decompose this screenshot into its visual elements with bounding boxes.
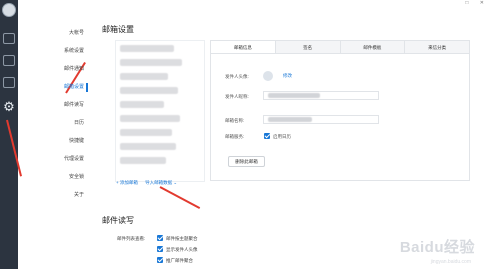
group-by-subject-checkbox[interactable] (157, 235, 163, 241)
watermark: Baidu经验 (399, 239, 475, 256)
list-item[interactable] (120, 129, 172, 136)
mailbox-detail-panel: 邮箱信息 签名 邮件模板 来信分类 发件人头像: 修改 发件人昵称: 邮箱名称:… (210, 40, 470, 181)
avatar-icon[interactable] (2, 3, 16, 17)
mailbox-name-label: 邮箱名称: (225, 118, 245, 123)
show-avatar-checkbox[interactable] (157, 246, 163, 252)
delete-mailbox-button[interactable]: 删除此邮箱 (228, 156, 265, 167)
sender-nickname-label: 发件人昵称: (225, 94, 249, 99)
mailbox-list-footer: + 添加邮箱 导入邮箱数据 ⌄ (116, 180, 183, 186)
show-avatar-label: 显示发件人头像 (166, 247, 198, 252)
import-data-link[interactable]: 导入邮箱数据 ⌄ (145, 180, 177, 185)
nav-item-security[interactable]: 安全锁 (42, 168, 84, 186)
read-write-title: 邮件读写 (102, 216, 134, 225)
contacts-icon[interactable] (3, 55, 15, 66)
list-item[interactable] (120, 87, 178, 94)
nav-item-shortcuts[interactable]: 快捷键 (42, 132, 84, 150)
promo-group-checkbox[interactable] (157, 257, 163, 263)
mailbox-settings-title: 邮箱设置 (102, 25, 134, 34)
nav-item-about[interactable]: 关于 (42, 186, 84, 204)
nav-item-proxy[interactable]: 代理设置 (42, 150, 84, 168)
promo-group-label: 推广邮件聚合 (166, 258, 193, 263)
mailbox-list (115, 40, 205, 182)
mailbox-service-label: 邮箱服务: (225, 134, 245, 139)
nav-item-notify[interactable]: 邮件通知 (42, 60, 84, 78)
gear-icon[interactable]: ⚙ (2, 100, 16, 114)
calendar-icon[interactable] (3, 77, 15, 88)
list-item[interactable] (120, 73, 168, 80)
avatar (263, 71, 273, 81)
list-item[interactable] (120, 59, 182, 66)
enable-calendar-label: 启用日历 (273, 134, 291, 139)
mailbox-name-field[interactable] (263, 115, 379, 124)
window-controls[interactable]: □ ✕ (465, 0, 489, 6)
nav-item-calendar[interactable]: 日历 (42, 114, 84, 132)
watermark-url: jingyan.baidu.com (430, 259, 471, 265)
nav-item-read-write[interactable]: 邮件读写 (42, 96, 84, 114)
mail-icon[interactable] (3, 33, 15, 44)
edit-avatar-link[interactable]: 修改 (283, 73, 292, 79)
tab-categories[interactable]: 来信分类 (405, 41, 469, 53)
mailbox-tabs: 邮箱信息 签名 邮件模板 来信分类 (211, 41, 469, 54)
list-item[interactable] (120, 115, 180, 122)
nav-item-system[interactable]: 系统设置 (42, 42, 84, 60)
nav-item-account[interactable]: 大帐号 (42, 24, 84, 42)
list-item[interactable] (120, 143, 176, 150)
enable-calendar-checkbox[interactable] (264, 133, 270, 139)
tab-signature[interactable]: 签名 (275, 41, 341, 53)
list-item[interactable] (120, 101, 164, 108)
list-view-label: 邮件列表查看: (117, 236, 146, 241)
group-by-subject-label: 邮件按主题聚合 (166, 236, 198, 241)
nav-item-mailbox[interactable]: 邮箱设置 (42, 78, 88, 96)
list-item[interactable] (120, 157, 166, 164)
sender-nickname-field[interactable] (263, 91, 379, 100)
list-item[interactable] (120, 45, 174, 52)
tab-mailbox-info[interactable]: 邮箱信息 (211, 41, 276, 53)
settings-nav: 大帐号 系统设置 邮件通知 邮箱设置 邮件读写 日历 快捷键 代理设置 安全锁 … (42, 24, 88, 204)
add-mailbox-link[interactable]: + 添加邮箱 (116, 180, 138, 185)
tab-templates[interactable]: 邮件模板 (340, 41, 406, 53)
sender-avatar-label: 发件人头像: (225, 74, 249, 79)
